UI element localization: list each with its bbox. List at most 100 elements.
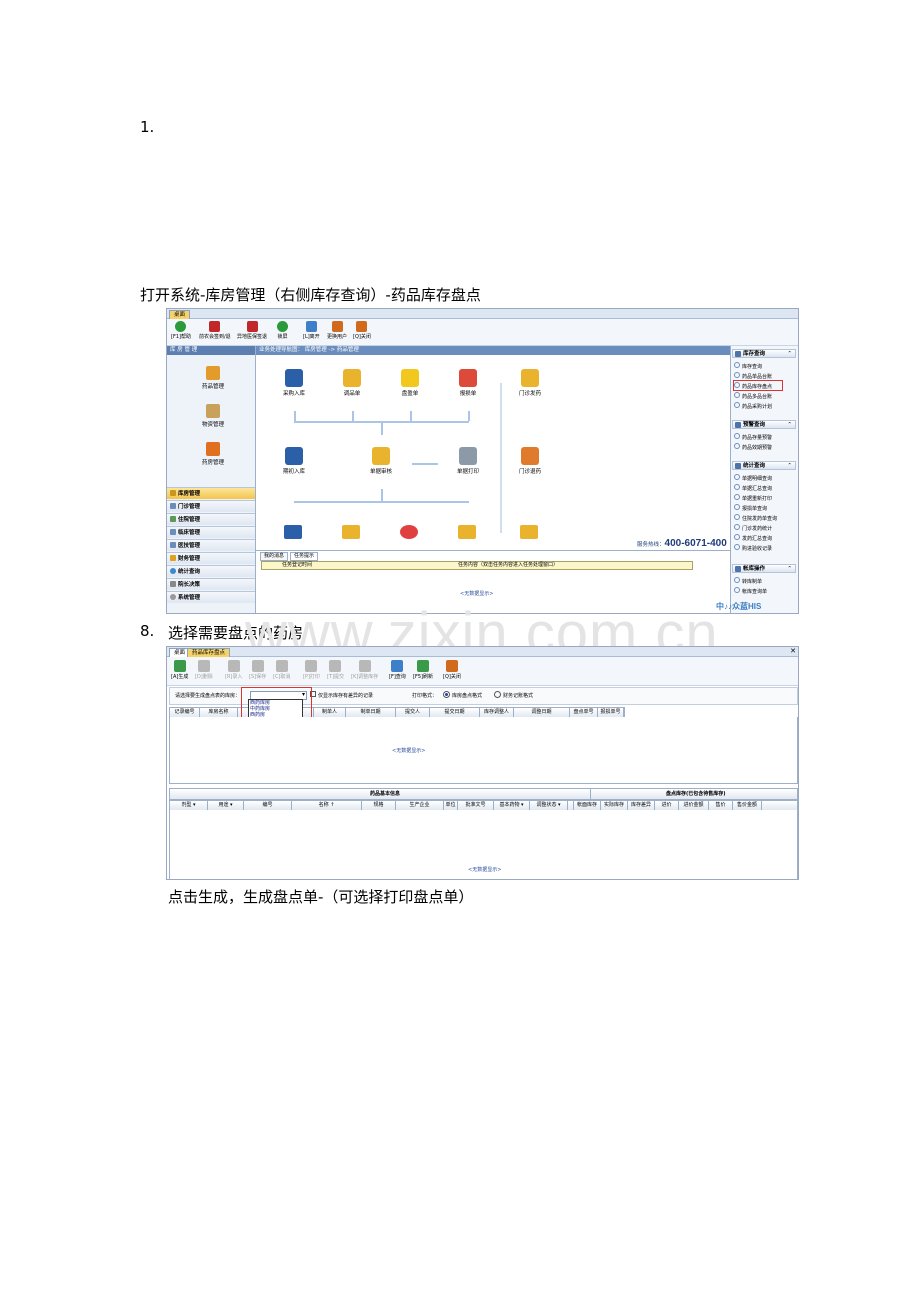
col-approval-no: 批准文号 xyxy=(458,801,494,810)
only-diff-checkbox[interactable]: 仅显示库存有差异的记录 xyxy=(310,691,373,699)
link-account-query[interactable]: 帐库查询单 xyxy=(734,587,767,596)
return-icon xyxy=(521,447,539,465)
col-sale-price: 售价 xyxy=(709,801,733,810)
switch-user-button[interactable]: 更换用户 xyxy=(327,321,347,340)
tab-desktop[interactable]: 桌面 xyxy=(169,310,191,319)
workflow-diagram: 采购入库 调品单 盘盈单 报损单 门诊发药 期初入库 单据审核 单据打印 门诊退… xyxy=(256,355,730,539)
clinical-icon xyxy=(170,529,176,535)
link-doc-reprint[interactable]: 单据重新打印 xyxy=(734,494,772,503)
retire-in-icon xyxy=(285,447,303,465)
flow-transfer[interactable]: 调品单 xyxy=(332,369,372,397)
filter-dropdown-icon[interactable]: ▾ xyxy=(556,802,561,808)
module-material[interactable]: 物资管理 xyxy=(195,404,231,428)
leave-button[interactable]: [L]离开 xyxy=(303,321,320,340)
col-record-no: 记录编号 xyxy=(170,708,200,717)
link-drug-multi-ledger[interactable]: 药品多品台账 xyxy=(734,392,772,401)
flow-doc-print[interactable]: 单据打印 xyxy=(448,447,488,475)
stocktake-detail-body: <无数据显示> xyxy=(169,810,798,879)
no-data-label: <无数据显示> xyxy=(468,867,502,873)
flow-inventory-sheet[interactable]: 盘盈单 xyxy=(390,369,430,397)
delete-icon xyxy=(197,660,210,672)
nav-system[interactable]: 系统管理 xyxy=(167,591,255,603)
generate-button[interactable]: [A]生成 xyxy=(171,660,188,680)
col-book-stock: 帐面库存 xyxy=(574,801,601,810)
link-stock-query[interactable]: 库存查询 xyxy=(734,362,762,371)
section-icon xyxy=(735,422,741,428)
link-doc-detail-query[interactable]: 单据明细查询 xyxy=(734,474,772,483)
flow-outpatient-dispense[interactable]: 门诊发药 xyxy=(510,369,550,397)
flow-loss-sheet[interactable]: 报损单 xyxy=(448,369,488,397)
doc-icon xyxy=(284,525,302,539)
printer-icon xyxy=(305,660,318,672)
nav-stats[interactable]: 统计查询 xyxy=(167,565,255,577)
col-cost-price: 进价 xyxy=(655,801,679,810)
print-option-finance[interactable]: 财务记账格式 xyxy=(494,691,533,699)
col-name[interactable]: 名称 ↑ xyxy=(292,801,362,810)
medtech-icon xyxy=(170,542,176,548)
flow-purchase-in[interactable]: 采购入库 xyxy=(274,369,314,397)
close-button[interactable]: [Q]关闭 xyxy=(443,660,461,680)
section-account-ops[interactable]: 帐库操作 ⌃ xyxy=(732,564,796,573)
filter-dropdown-icon[interactable]: ▾ xyxy=(228,802,233,808)
adjust-stock-button[interactable]: [K]调整库存 xyxy=(351,660,378,680)
close-tab-icon[interactable]: ✕ xyxy=(790,647,796,655)
section-statistics[interactable]: 统计查询 ⌃ xyxy=(732,461,796,470)
filter-dropdown-icon[interactable]: ▾ xyxy=(191,802,196,808)
flow-doc-review[interactable]: 单据审核 xyxy=(361,447,401,475)
checkin-button[interactable]: 前农会签到/退 xyxy=(199,321,231,340)
link-doc-summary-query[interactable]: 单据汇总查询 xyxy=(734,484,772,493)
query-button[interactable]: [F]查询 xyxy=(389,660,406,680)
dispense-icon xyxy=(521,369,539,387)
save-button[interactable]: [S]保存 xyxy=(249,660,266,680)
nav-warehouse[interactable]: 库房管理 xyxy=(167,487,255,499)
col-stocktake-no: 盘点单号 xyxy=(570,708,598,717)
col-dosage-form[interactable]: 剂型 ▾ xyxy=(170,801,208,810)
print-button[interactable]: [P]打印 xyxy=(303,660,320,680)
delete-button[interactable]: [D]删除 xyxy=(195,660,213,680)
col-cost-amount: 进价金额 xyxy=(679,801,709,810)
pharmacy-icon xyxy=(206,442,220,456)
tab-task-tips[interactable]: 任务提示 xyxy=(290,552,319,561)
col-usage[interactable]: 用途 ▾ xyxy=(208,801,244,810)
help-button[interactable]: [F1]帮助 xyxy=(171,321,191,340)
group-divider xyxy=(590,789,591,799)
link-purchase-acceptance[interactable]: 购进验收记录 xyxy=(734,544,772,553)
cancel-button[interactable]: [C]取消 xyxy=(273,660,290,680)
flow-outpatient-return[interactable]: 门诊退药 xyxy=(510,447,550,475)
lock-button[interactable]: 锁屏 xyxy=(277,321,288,340)
section-stock-query[interactable]: 库存查询 ⌃ xyxy=(732,349,796,358)
refresh-button[interactable]: [F5]刷新 xyxy=(413,660,433,680)
print-option-warehouse[interactable]: 库房盘点格式 xyxy=(443,691,482,699)
tab-drug-stocktake[interactable]: 药品库存盘点 xyxy=(187,648,231,657)
folder-icon xyxy=(342,525,360,539)
section-warning-query[interactable]: 预警查询 ⌃ xyxy=(732,420,796,429)
col-warehouse-name: 库房名称 xyxy=(200,708,238,717)
nav-clinical[interactable]: 临床管理 xyxy=(167,526,255,538)
module-pharmacy[interactable]: 药房管理 xyxy=(195,442,231,466)
filter-dropdown-icon[interactable]: ▾ xyxy=(519,802,524,808)
link-stock-warning[interactable]: 药品存量预警 xyxy=(734,433,772,442)
nav-medtech[interactable]: 医技管理 xyxy=(167,539,255,551)
col-essential-drug[interactable]: 基本药物 ▾ xyxy=(494,801,530,810)
submit-button[interactable]: [T]提交 xyxy=(327,660,344,680)
entry-button[interactable]: [R]录入 xyxy=(225,660,242,680)
close-button[interactable]: [Q]关闭 xyxy=(353,321,371,340)
remote-signout-button[interactable]: 异地医保签退 xyxy=(237,321,267,340)
link-drug-purchase-plan[interactable]: 药品采购计划 xyxy=(734,402,772,411)
system-icon xyxy=(170,594,176,600)
nav-director[interactable]: 院长决策 xyxy=(167,578,255,590)
link-dispense-summary[interactable]: 发药汇总查询 xyxy=(734,534,772,543)
link-outpatient-dispense-stats[interactable]: 门诊发药统计 xyxy=(734,524,772,533)
col-adjust-status[interactable]: 调整状态 ▾ xyxy=(530,801,568,810)
link-inpatient-dispense-query[interactable]: 住院发药单查询 xyxy=(734,514,777,523)
printer-icon xyxy=(459,447,477,465)
flow-retire-in[interactable]: 期初入库 xyxy=(274,447,314,475)
tab-my-messages[interactable]: 我的消息 xyxy=(260,552,289,561)
link-loss-query[interactable]: 报损单查询 xyxy=(734,504,767,513)
nav-inpatient[interactable]: 住院管理 xyxy=(167,513,255,525)
link-expiry-warning[interactable]: 药品效期预警 xyxy=(734,443,772,452)
nav-finance[interactable]: 财务管理 xyxy=(167,552,255,564)
nav-outpatient[interactable]: 门诊管理 xyxy=(167,500,255,512)
link-transfer-create[interactable]: 转库制单 xyxy=(734,577,762,586)
module-drug[interactable]: 药品管理 xyxy=(195,366,231,390)
